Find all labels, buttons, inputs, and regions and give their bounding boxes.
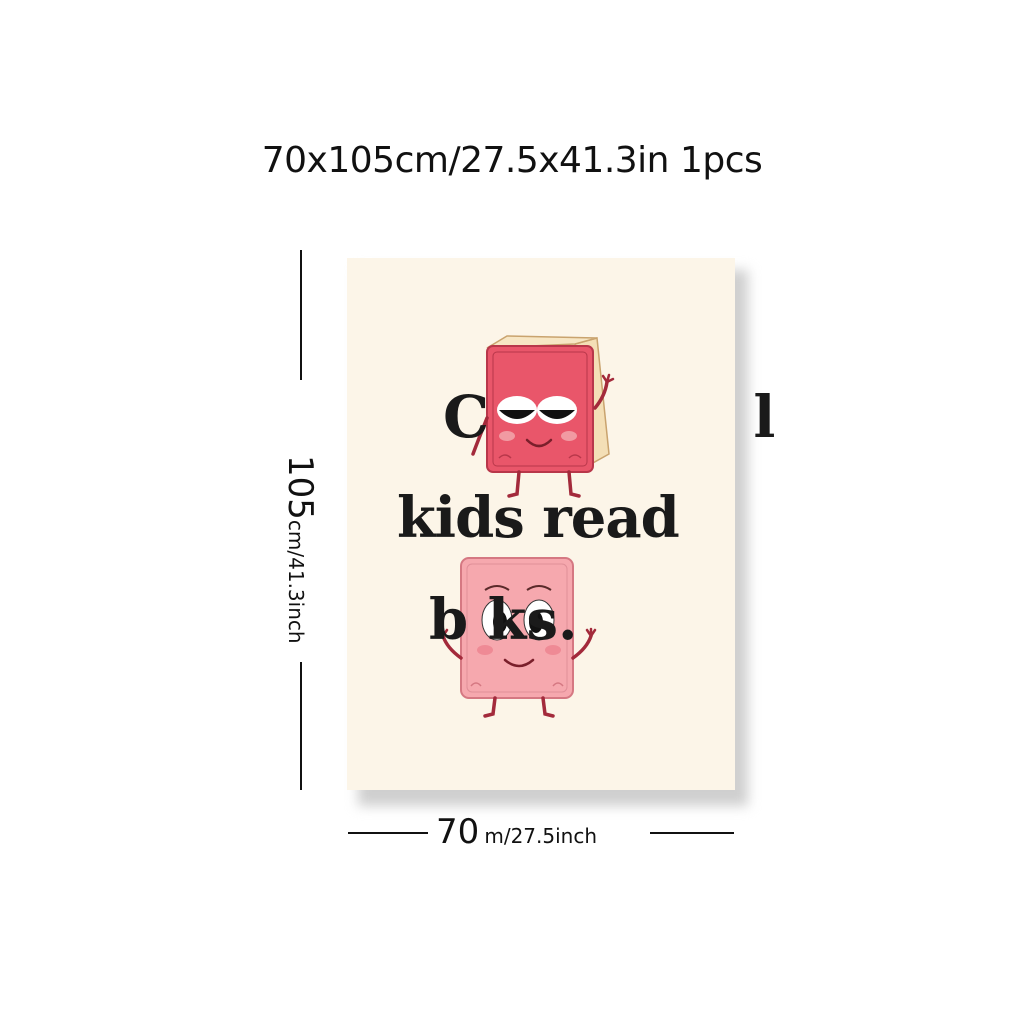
height-unit: cm/41.3inch <box>284 519 308 644</box>
height-dimension-line-bottom <box>300 662 302 790</box>
size-caption: 70x105cm/27.5x41.3in 1pcs <box>261 140 763 181</box>
poster-line-3: b ks. <box>429 587 578 653</box>
width-dimension-label: 70 m/27.5inch <box>436 812 646 852</box>
poster-line-2: kids read <box>397 485 680 551</box>
poster-line-1: C l <box>443 383 898 451</box>
height-dimension-label: 105cm/41.3inch <box>280 455 320 644</box>
width-unit: m/27.5inch <box>484 824 598 848</box>
width-value: 70 <box>436 812 480 852</box>
width-dimension-line-left <box>348 832 428 834</box>
height-dimension-line-top <box>300 250 302 380</box>
poster: C l kids read b ks. <box>347 258 775 790</box>
width-dimension-line-right <box>650 832 734 834</box>
height-value: 105 <box>280 455 320 520</box>
